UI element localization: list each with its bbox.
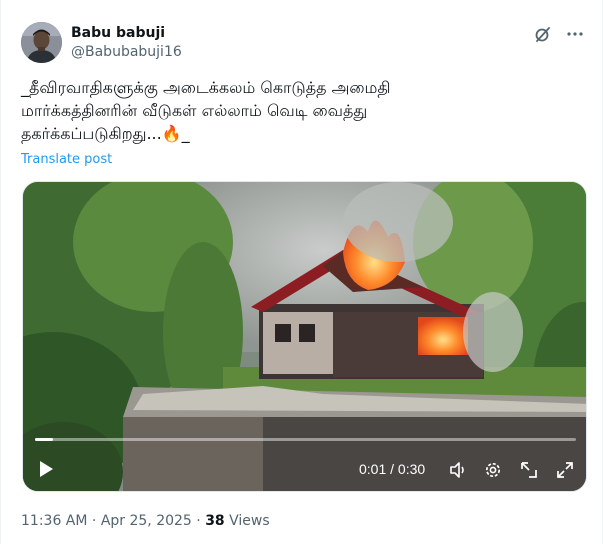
post-meta: 11:36 AM · Apr 25, 2025 · 38 Views	[21, 513, 270, 529]
video-player[interactable]: 0:01 / 0:30	[22, 181, 587, 492]
video-controls: 0:01 / 0:30	[23, 452, 586, 488]
video-duration: 0:30	[397, 461, 426, 477]
video-progress-bar[interactable]	[35, 438, 576, 441]
picture-in-picture-icon[interactable]	[518, 459, 540, 481]
author-info: Babu babuji @Babubabuji16	[71, 24, 182, 62]
post-time[interactable]: 11:36 AM	[21, 513, 87, 529]
video-frame	[23, 182, 586, 491]
more-icon[interactable]	[565, 24, 585, 44]
author-display-name[interactable]: Babu babuji	[71, 24, 182, 42]
author-handle[interactable]: @Babubabuji16	[71, 42, 182, 62]
video-time-separator: /	[386, 461, 398, 477]
play-icon[interactable]	[35, 458, 57, 480]
views-count: 38	[205, 513, 225, 529]
video-time: 0:01 / 0:30	[359, 461, 425, 477]
meta-dot: ·	[191, 513, 206, 529]
translate-post-link[interactable]: Translate post	[21, 152, 112, 167]
volume-icon[interactable]	[447, 459, 469, 481]
video-current-time: 0:01	[359, 461, 387, 477]
post-card: Babu babuji @Babubabuji16 _தீவிரவாதிகளுக…	[0, 0, 603, 544]
avatar[interactable]	[21, 22, 62, 63]
meta-dot: ·	[87, 513, 101, 529]
grok-icon[interactable]	[533, 24, 553, 44]
settings-icon[interactable]	[482, 459, 504, 481]
views-label: Views	[224, 513, 270, 529]
video-progress-fill	[35, 438, 53, 441]
post-date[interactable]: Apr 25, 2025	[101, 513, 192, 529]
post-text: _தீவிரவாதிகளுக்கு அடைக்கலம் கொடுத்த அமைத…	[21, 78, 391, 143]
fullscreen-icon[interactable]	[554, 459, 576, 481]
post-actions-top	[533, 24, 585, 44]
